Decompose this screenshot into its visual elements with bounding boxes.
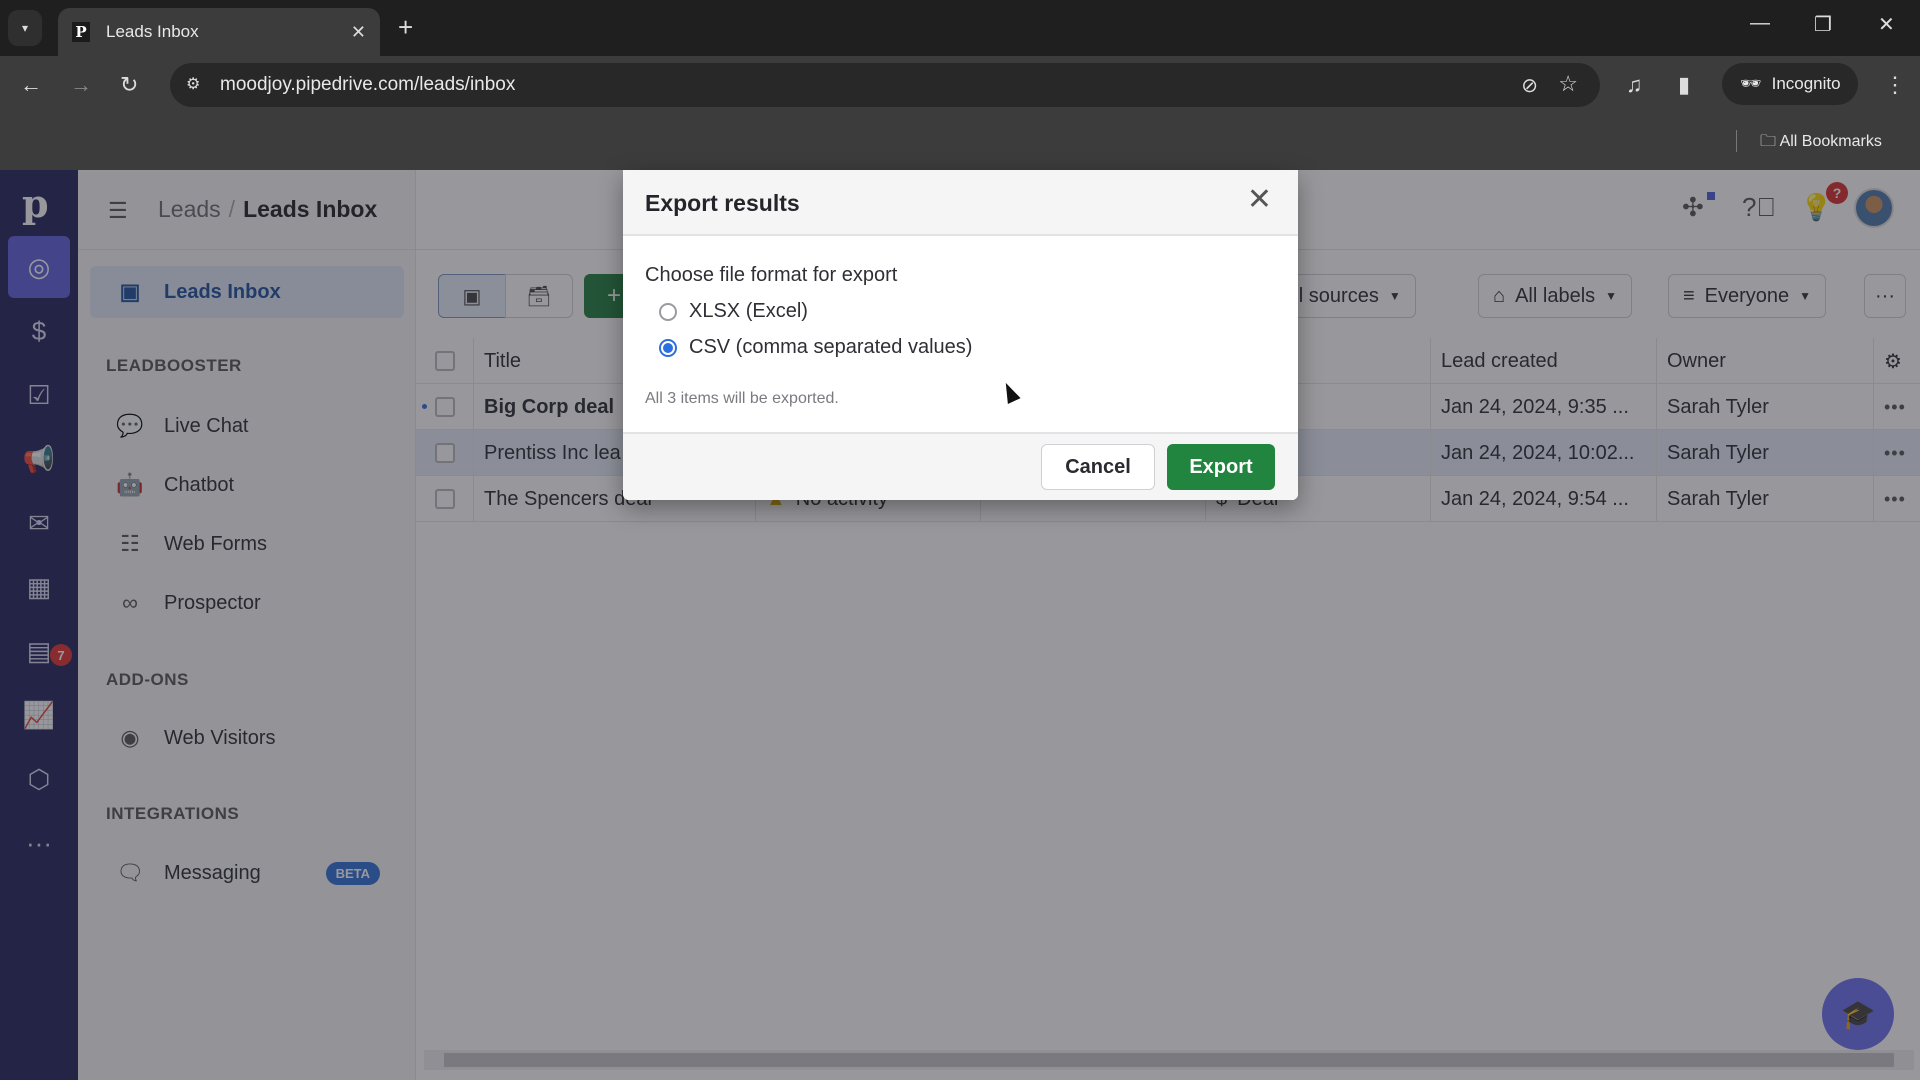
side-panel-icon[interactable]: ▮	[1678, 72, 1690, 98]
dialog-title: Export results	[645, 190, 800, 216]
new-tab-button[interactable]: +	[398, 14, 413, 40]
browser-menu-icon[interactable]: ⋮	[1884, 72, 1906, 98]
site-settings-icon[interactable]: ⚙	[186, 74, 200, 94]
export-results-dialog: Export results ✕ Choose file format for …	[623, 170, 1298, 500]
bookmarks-bar: 🗀 All Bookmarks	[0, 114, 1920, 170]
chevron-down-icon: ▾	[21, 21, 29, 35]
tab-search-button[interactable]: ▾	[8, 10, 42, 46]
export-count-note: All 3 items will be exported.	[645, 390, 839, 407]
all-bookmarks-button[interactable]: 🗀 All Bookmarks	[1760, 130, 1882, 157]
browser-toolbar: ← → ↻ ⚙ moodjoy.pipedrive.com/leads/inbo…	[0, 56, 1920, 114]
minimize-icon[interactable]: —	[1750, 12, 1770, 35]
url-text[interactable]: moodjoy.pipedrive.com/leads/inbox	[220, 74, 515, 96]
close-tab-icon[interactable]: ✕	[351, 22, 366, 43]
csv-option[interactable]: CSV (comma separated values)	[659, 336, 972, 359]
reload-icon[interactable]: ↻	[120, 72, 138, 98]
incognito-label: Incognito	[1771, 74, 1841, 93]
dialog-footer: Cancel Export	[623, 432, 1298, 500]
browser-tab-bar: ▾ P Leads Inbox ✕ + — ❐ ✕	[0, 0, 1920, 56]
forward-icon[interactable]: →	[70, 72, 92, 98]
csv-label: CSV (comma separated values)	[689, 336, 973, 358]
xlsx-label: XLSX (Excel)	[689, 300, 808, 322]
csv-radio[interactable]	[659, 338, 677, 357]
close-window-icon[interactable]: ✕	[1878, 12, 1895, 37]
format-prompt: Choose file format for export	[645, 264, 898, 286]
dialog-body: Choose file format for export XLSX (Exce…	[623, 236, 1298, 432]
restore-icon[interactable]: ❐	[1814, 12, 1832, 37]
bookmarks-divider	[1736, 130, 1737, 152]
dialog-header: Export results ✕	[623, 170, 1298, 236]
bookmark-star-icon[interactable]: ☆	[1558, 71, 1578, 97]
tab-title: Leads Inbox	[106, 22, 199, 41]
incognito-indicator[interactable]: 🕶 Incognito	[1722, 63, 1858, 105]
all-bookmarks-label: All Bookmarks	[1779, 133, 1882, 150]
pipedrive-favicon-icon: P	[72, 22, 90, 42]
media-control-icon[interactable]: ♫	[1626, 72, 1643, 98]
browser-tab[interactable]: P Leads Inbox ✕	[58, 8, 380, 56]
export-button[interactable]: Export	[1167, 444, 1275, 490]
eye-off-icon[interactable]: ⊘	[1521, 73, 1538, 98]
xlsx-radio[interactable]	[659, 302, 677, 321]
incognito-icon: 🕶	[1740, 74, 1762, 93]
xlsx-option[interactable]: XLSX (Excel)	[659, 300, 808, 323]
folder-icon: 🗀	[1760, 133, 1780, 150]
back-icon[interactable]: ←	[20, 72, 42, 98]
cancel-button[interactable]: Cancel	[1041, 444, 1155, 490]
address-bar[interactable]: ⚙ moodjoy.pipedrive.com/leads/inbox ⊘ ☆	[170, 63, 1600, 107]
close-icon[interactable]: ✕	[1247, 184, 1272, 216]
